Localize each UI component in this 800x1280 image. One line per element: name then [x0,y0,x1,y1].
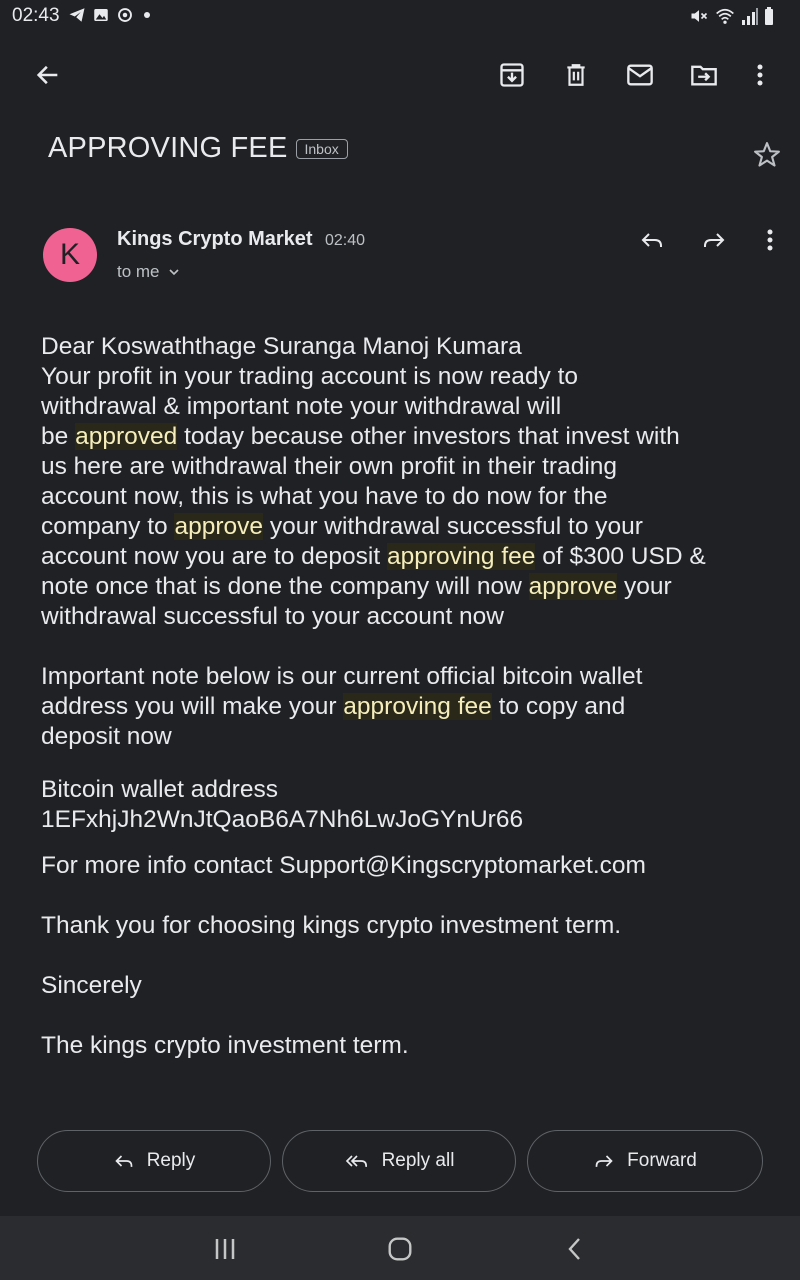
forward-button-label: Forward [627,1150,697,1171]
message-more-button[interactable] [750,222,790,258]
greeting: Dear Koswaththage Suranga Manoj Kumara [41,333,522,360]
delete-button[interactable] [556,55,596,95]
email-subject: APPROVING FEE [48,131,288,164]
dot-icon [144,12,150,18]
closing-line: Sincerely [41,972,142,999]
home-button[interactable] [380,1234,420,1264]
body-paragraph-2: Important note below is our current offi… [41,663,643,750]
back-button[interactable] [28,55,68,95]
reply-icon [115,1155,133,1167]
sender-name: Kings Crypto Market [117,228,313,250]
highlighted-term: approving fee [343,693,492,720]
status-time: 02:43 [12,5,60,26]
reply-button-label: Reply [146,1150,196,1171]
wallet-label: Bitcoin wallet address [41,776,278,803]
email-body: Dear Koswaththage Suranga Manoj Kumara Y… [41,332,771,1061]
sync-icon [118,8,132,22]
delete-icon [567,64,585,86]
gallery-icon [94,9,108,21]
back-icon [568,1238,580,1260]
home-icon [388,1237,412,1261]
recipients-label: to me [117,262,160,281]
highlighted-term: approving fee [386,543,536,570]
signature-line: The kings crypto investment term. [41,1032,409,1059]
forward-button[interactable]: Forward [527,1130,763,1192]
reply-all-button[interactable]: Reply all [282,1130,516,1192]
reply-button[interactable]: Reply [37,1130,271,1192]
mute-icon [691,10,708,22]
more-options-button[interactable] [740,55,780,95]
highlighted-term: approved [75,423,178,450]
wallet-address[interactable]: 1EFxhjJh2WnJtQaoB6A7Nh6LwJoGYnUr66 [41,805,771,835]
recipients-toggle[interactable]: to me [117,262,182,282]
recents-button[interactable] [205,1234,245,1264]
toolbar [0,42,800,108]
highlighted-term: approve [174,513,264,540]
reply-icon-button[interactable] [632,222,672,258]
telegram-icon [69,8,85,22]
inbox-label[interactable]: Inbox [295,139,348,159]
arrow-back-icon [36,65,58,85]
battery-icon [765,7,773,25]
mark-unread-button[interactable] [620,55,660,95]
system-nav-bar [0,1216,800,1280]
sender-avatar[interactable]: K [43,228,97,282]
recents-icon [215,1239,235,1259]
action-buttons: Reply Reply all Forward [37,1130,763,1194]
message-time: 02:40 [325,232,366,249]
subject-row: APPROVING FEE Inbox [48,128,348,168]
move-to-icon [691,65,717,86]
mark-unread-icon [627,64,653,86]
more-vert-icon [767,229,773,251]
wifi-icon [716,8,734,24]
highlighted-term: approve [528,573,618,600]
nav-back-button[interactable] [555,1234,595,1264]
forward-icon [595,1155,613,1167]
chevron-down-icon [168,269,179,276]
star-button[interactable] [752,140,784,172]
reply-icon [641,233,662,247]
forward-icon-button[interactable] [694,222,734,258]
archive-button[interactable] [492,55,532,95]
reply-all-button-label: Reply all [381,1150,455,1171]
reply-all-icon [345,1155,367,1167]
status-bar: 02:43 [0,0,800,34]
forward-icon [704,233,725,247]
star-icon [754,142,780,167]
more-vert-icon [757,64,763,86]
thanks-line: Thank you for choosing kings crypto inve… [41,912,622,939]
archive-icon [500,63,524,87]
signal-icon [742,8,758,25]
body-paragraph-1: Your profit in your trading account is n… [41,363,706,630]
move-to-button[interactable] [684,55,724,95]
contact-line[interactable]: For more info contact Support@Kingscrypt… [41,851,771,881]
